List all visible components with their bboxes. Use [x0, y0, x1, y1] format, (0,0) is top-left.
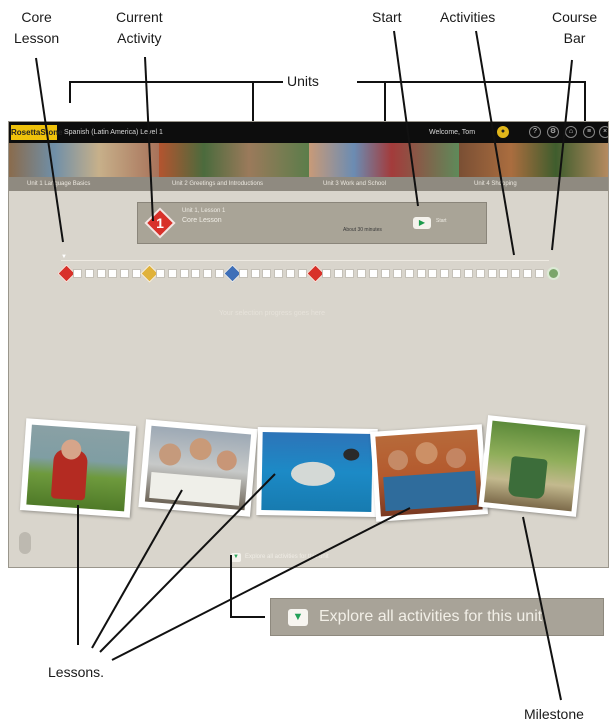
- lessons-leader-2: [91, 489, 183, 649]
- start-leader: [393, 30, 419, 207]
- course-bar-leader: [551, 59, 573, 251]
- leader-lines: [35, 30, 586, 701]
- milestone-leader: [522, 516, 562, 701]
- units-bracket-right: [357, 81, 386, 121]
- lessons-leader-4: [111, 507, 411, 661]
- units-bracket-left: [69, 81, 254, 121]
- core-lesson-leader: [35, 57, 64, 243]
- activities-leader: [475, 30, 515, 256]
- lessons-leader-3: [99, 473, 276, 653]
- explore-connector: [230, 555, 265, 618]
